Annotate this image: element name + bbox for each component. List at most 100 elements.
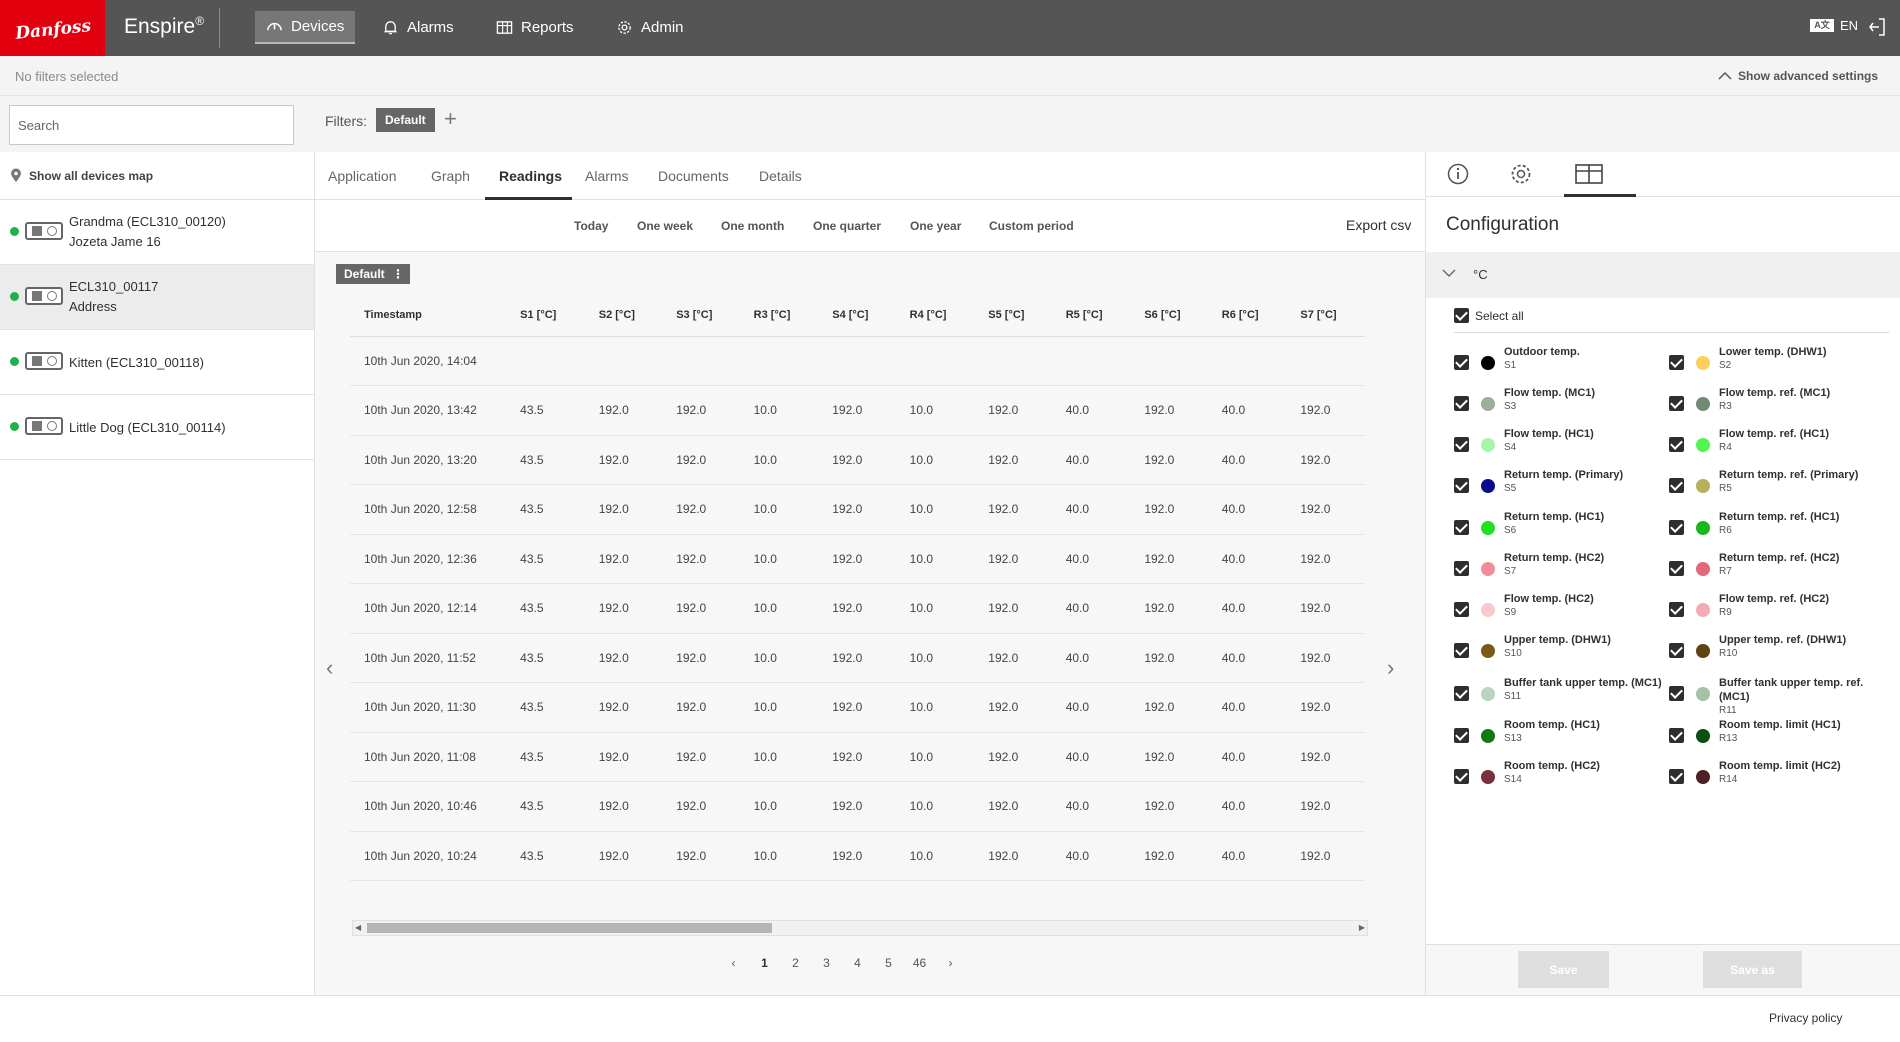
page-5[interactable]: 5 — [873, 956, 904, 970]
checkbox-checked-icon[interactable] — [1669, 478, 1684, 493]
settings-gear-icon[interactable] — [1508, 162, 1534, 186]
checkbox-checked-icon[interactable] — [1669, 437, 1684, 452]
checkbox-checked-icon[interactable] — [1669, 520, 1684, 535]
nav-reports[interactable]: Reports — [485, 11, 585, 44]
period-one-quarter[interactable]: One quarter — [813, 219, 881, 233]
sensor-item[interactable]: Return temp. (HC1) S6 — [1454, 507, 1664, 551]
sensor-item[interactable]: Return temp. ref. (HC1) R6 — [1669, 507, 1879, 551]
unit-group-header[interactable]: °C — [1426, 252, 1900, 298]
table-view-icon[interactable] — [1574, 162, 1604, 186]
checkbox-checked-icon[interactable] — [1454, 520, 1469, 535]
sensor-item[interactable]: Return temp. ref. (HC2) R7 — [1669, 548, 1879, 592]
tab-documents[interactable]: Documents — [658, 168, 729, 184]
sensor-item[interactable]: Room temp. limit (HC1) R13 — [1669, 715, 1879, 759]
language-switcher[interactable]: A文 EN — [1810, 18, 1858, 33]
tab-alarms[interactable]: Alarms — [585, 168, 629, 184]
checkbox-checked-icon[interactable] — [1454, 602, 1469, 617]
period-one-week[interactable]: One week — [637, 219, 693, 233]
checkbox-checked-icon[interactable] — [1454, 686, 1469, 701]
checkbox-checked-icon[interactable] — [1669, 728, 1684, 743]
sensor-item[interactable]: Flow temp. (HC2) S9 — [1454, 589, 1664, 633]
sensor-item[interactable]: Flow temp. ref. (HC1) R4 — [1669, 424, 1879, 468]
device-item-selected[interactable]: ECL310_00117 Address — [0, 265, 314, 330]
device-item[interactable]: Grandma (ECL310_00120) Jozeta Jame 16 — [0, 200, 314, 265]
tab-graph[interactable]: Graph — [431, 168, 470, 184]
period-one-year[interactable]: One year — [910, 219, 961, 233]
sensor-item[interactable]: Buffer tank upper temp. (MC1) S11 — [1454, 673, 1664, 717]
checkbox-checked-icon[interactable] — [1454, 355, 1469, 370]
device-item[interactable]: Kitten (ECL310_00118) — [0, 330, 314, 395]
sensor-id: R5 — [1719, 483, 1732, 494]
checkbox-checked-icon[interactable] — [1669, 686, 1684, 701]
table-prev-arrow[interactable]: ‹ — [326, 657, 333, 679]
checkbox-checked-icon[interactable] — [1454, 728, 1469, 743]
nav-devices[interactable]: Devices — [255, 11, 356, 44]
sensor-item[interactable]: Outdoor temp. S1 — [1454, 342, 1664, 386]
privacy-policy-link[interactable]: Privacy policy — [1769, 1011, 1842, 1025]
next-page-icon[interactable]: › — [935, 956, 966, 970]
checkbox-checked-icon[interactable] — [1454, 396, 1469, 411]
page-3[interactable]: 3 — [811, 956, 842, 970]
show-devices-map-button[interactable]: Show all devices map — [0, 152, 314, 200]
page-1[interactable]: 1 — [749, 956, 780, 970]
period-one-month[interactable]: One month — [721, 219, 784, 233]
danfoss-logo[interactable]: Danfoss — [0, 0, 105, 56]
tab-details[interactable]: Details — [759, 168, 802, 184]
readings-preset[interactable]: Default ⋮ — [336, 264, 411, 284]
export-csv-button[interactable]: Export csv — [1346, 217, 1411, 233]
page-46[interactable]: 46 — [904, 956, 935, 970]
checkbox-checked-icon[interactable] — [1669, 602, 1684, 617]
checkbox-checked-icon[interactable] — [1669, 643, 1684, 658]
reading-cell: 192.0 — [1144, 781, 1222, 832]
checkbox-checked-icon[interactable] — [1454, 478, 1469, 493]
table-next-arrow[interactable]: › — [1387, 657, 1394, 679]
checkbox-checked-icon[interactable] — [1669, 769, 1684, 784]
nav-admin[interactable]: Admin — [605, 11, 695, 44]
scroll-left-icon[interactable]: ◀ — [355, 921, 361, 935]
prev-page-icon[interactable]: ‹ — [718, 956, 749, 970]
horizontal-scrollbar[interactable]: ◀ ▶ — [352, 920, 1368, 936]
filter-chip-default[interactable]: Default — [376, 108, 435, 132]
sensor-item[interactable]: Upper temp. (DHW1) S10 — [1454, 630, 1664, 674]
scroll-right-icon[interactable]: ▶ — [1359, 921, 1365, 935]
tab-application[interactable]: Application — [328, 168, 397, 184]
checkbox-checked-icon[interactable] — [1669, 396, 1684, 411]
sensor-item[interactable]: Flow temp. (HC1) S4 — [1454, 424, 1664, 468]
sensor-item[interactable]: Buffer tank upper temp. ref. (MC1) R11 — [1669, 673, 1879, 717]
sensor-item[interactable]: Return temp. (HC2) S7 — [1454, 548, 1664, 592]
sensor-item[interactable]: Room temp. limit (HC2) R14 — [1669, 756, 1879, 800]
select-all-checkbox[interactable]: Select all — [1454, 308, 1524, 323]
checkbox-checked-icon[interactable] — [1454, 561, 1469, 576]
save-as-button[interactable]: Save as — [1703, 951, 1802, 988]
checkbox-checked-icon[interactable] — [1454, 769, 1469, 784]
sensor-item[interactable]: Upper temp. ref. (DHW1) R10 — [1669, 630, 1879, 674]
advanced-settings-toggle[interactable]: Show advanced settings — [1718, 69, 1878, 83]
sensor-item[interactable]: Flow temp. (MC1) S3 — [1454, 383, 1664, 427]
info-icon[interactable] — [1445, 162, 1471, 186]
sensor-item[interactable]: Flow temp. ref. (HC2) R9 — [1669, 589, 1879, 633]
logout-icon[interactable] — [1868, 17, 1886, 37]
checkbox-checked-icon[interactable] — [1454, 643, 1469, 658]
sensor-item[interactable]: Lower temp. (DHW1) S2 — [1669, 342, 1879, 386]
sensor-item[interactable]: Return temp. (Primary) S5 — [1454, 465, 1664, 509]
tab-readings[interactable]: Readings — [499, 168, 562, 184]
checkbox-checked-icon[interactable] — [1454, 437, 1469, 452]
checkbox-checked-icon[interactable] — [1669, 561, 1684, 576]
search-input[interactable] — [9, 105, 294, 145]
device-item[interactable]: Little Dog (ECL310_00114) — [0, 395, 314, 460]
sensor-item[interactable]: Room temp. (HC1) S13 — [1454, 715, 1664, 759]
translate-icon: A文 — [1810, 19, 1834, 32]
reading-cell — [598, 336, 677, 386]
nav-alarms[interactable]: Alarms — [371, 11, 465, 44]
add-filter-button[interactable]: + — [444, 106, 457, 132]
period-custom[interactable]: Custom period — [989, 219, 1074, 233]
checkbox-checked-icon[interactable] — [1669, 355, 1684, 370]
period-today[interactable]: Today — [574, 219, 608, 233]
scrollbar-thumb[interactable] — [367, 923, 772, 933]
sensor-item[interactable]: Return temp. ref. (Primary) R5 — [1669, 465, 1879, 509]
save-button[interactable]: Save — [1518, 951, 1609, 988]
page-2[interactable]: 2 — [780, 956, 811, 970]
sensor-item[interactable]: Flow temp. ref. (MC1) R3 — [1669, 383, 1879, 427]
page-4[interactable]: 4 — [842, 956, 873, 970]
sensor-item[interactable]: Room temp. (HC2) S14 — [1454, 756, 1664, 800]
